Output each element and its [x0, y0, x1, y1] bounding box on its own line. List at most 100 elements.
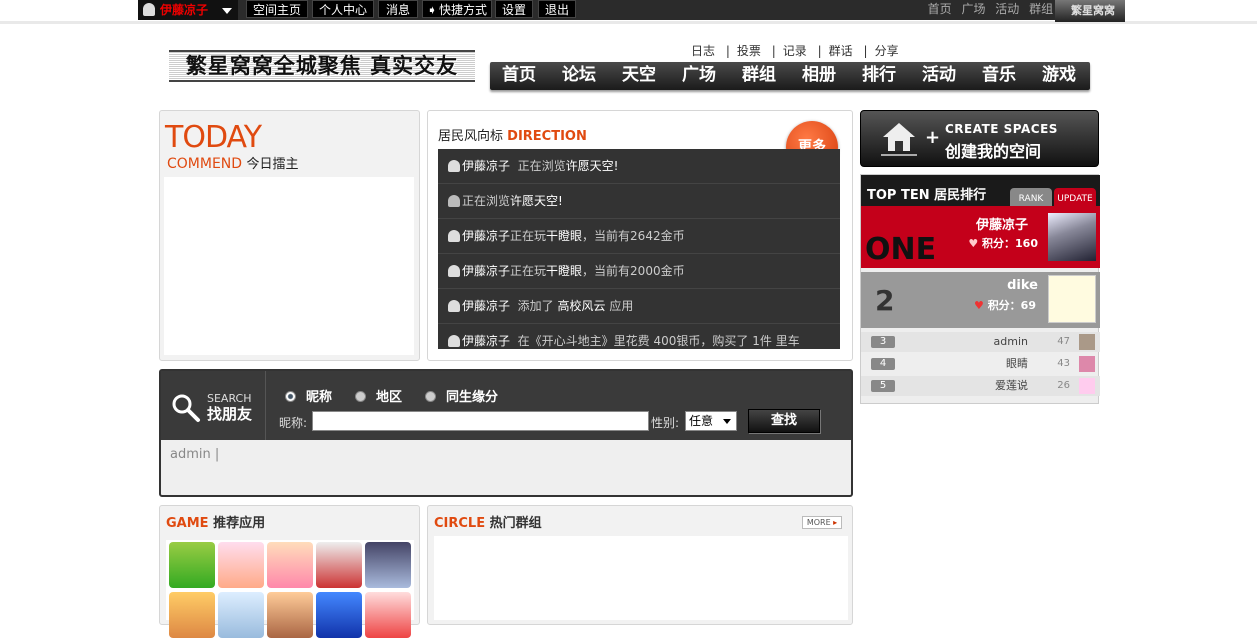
nav-shortcuts[interactable]: ➧ 快捷方式: [422, 0, 492, 18]
game-title-en: GAME: [166, 516, 209, 531]
feed-user[interactable]: 伊藤凉子: [462, 334, 510, 348]
rank-row[interactable]: 3 admin 47: [861, 332, 1100, 352]
rank-first[interactable]: ONE 伊藤凉子 ♥ 积分：160: [861, 206, 1100, 268]
gender-select[interactable]: 任意: [685, 411, 737, 431]
toplink-activity[interactable]: 活动: [995, 2, 1019, 16]
app-icon-rabbit[interactable]: [267, 542, 313, 588]
radio-unchecked-icon: [425, 391, 436, 402]
radio-birthday[interactable]: 同生缘分: [425, 386, 498, 405]
today-subtitle: COMMEND 今日擂主: [167, 153, 299, 172]
app-icon-number-one[interactable]: [316, 592, 362, 638]
feed-target[interactable]: 许愿天空!: [510, 194, 563, 208]
heart-icon: ♥: [973, 299, 984, 312]
app-icon-poker[interactable]: [365, 542, 411, 588]
gender-label: 性别:: [651, 416, 680, 430]
circle-panel: CIRCLE 热门群组 MORE ▸: [427, 505, 853, 625]
nav-logout[interactable]: 退出: [538, 0, 576, 18]
ranking-panel: TOP TEN 居民排行 RANK UPDATE ONE 伊藤凉子 ♥ 积分：1…: [860, 174, 1100, 404]
search-button[interactable]: 查找: [748, 409, 820, 433]
feed-target[interactable]: 干瞪眼: [546, 264, 582, 278]
search-label-block: SEARCH 找朋友: [161, 371, 266, 440]
user-icon: [448, 230, 460, 242]
feed-user[interactable]: 伊藤凉子: [462, 264, 510, 278]
radio-checked-icon: [285, 391, 296, 402]
sublink-vote[interactable]: 投票: [737, 44, 761, 58]
toplink-plaza[interactable]: 广场: [961, 2, 985, 16]
sublink-share[interactable]: 分享: [875, 44, 899, 58]
toplink-groups[interactable]: 群组: [1029, 2, 1053, 16]
rank-name: 爱莲说: [995, 379, 1028, 392]
feed-target[interactable]: 高校风云: [558, 299, 606, 313]
rank-second-score: ♥ 积分：69: [974, 297, 1036, 313]
circle-title-cn: 热门群组: [489, 516, 542, 531]
nav-shortcuts-label: 快捷方式: [438, 3, 487, 17]
user-dropdown[interactable]: 伊藤凉子: [138, 0, 238, 20]
game-title-cn: 推荐应用: [213, 516, 266, 531]
feed-item: 正在浏览许愿天空!: [438, 184, 840, 219]
feed-action: 在《开心斗地主》里花费 400银币，购买了 1件 里车: [517, 334, 800, 348]
site-logo[interactable]: 繁星窝窝全城聚焦 真实交友: [169, 50, 475, 82]
app-icon-gift[interactable]: [365, 592, 411, 638]
app-icon-parking[interactable]: [316, 542, 362, 588]
sublink-record[interactable]: 记录: [783, 44, 807, 58]
top-logo: 繁星窝窝: [1055, 0, 1125, 22]
radio-region[interactable]: 地区: [355, 386, 402, 405]
create-space-button[interactable]: + CREATE SPACES 创建我的空间: [860, 110, 1099, 167]
mainnav-groups[interactable]: 群组: [742, 62, 776, 88]
nav-personal-center[interactable]: 个人中心: [312, 0, 374, 18]
rank-second[interactable]: 2 dike ♥ 积分：69: [861, 272, 1100, 328]
site-logo-text: 繁星窝窝全城聚焦 真实交友: [185, 54, 459, 78]
app-icon-friends[interactable]: [169, 592, 215, 638]
feed-item: 伊藤凉子 在《开心斗地主》里花费 400银币，购买了 1件 里车: [438, 324, 840, 349]
mainnav-activity[interactable]: 活动: [922, 62, 956, 88]
feed-user[interactable]: 伊藤凉子: [462, 299, 510, 313]
radio-nickname[interactable]: 昵称: [285, 386, 332, 405]
rank-second-avatar[interactable]: [1048, 275, 1096, 323]
mainnav-forum[interactable]: 论坛: [562, 62, 596, 88]
rank-name: 眼睛: [1006, 357, 1028, 370]
feed-target[interactable]: 干瞪眼: [546, 229, 582, 243]
feed-target[interactable]: 许愿天空!: [566, 159, 619, 173]
user-icon: [448, 265, 460, 277]
today-commend-panel: TODAY COMMEND 今日擂主: [159, 110, 420, 361]
nav-messages[interactable]: 消息: [378, 0, 418, 18]
feed-extra: ，当前有2000金币: [582, 264, 685, 278]
mainnav-plaza[interactable]: 广场: [682, 62, 716, 88]
feed-action: 正在玩: [510, 264, 547, 278]
rank-row[interactable]: 4 眼睛 43: [861, 354, 1100, 374]
feed-item: 伊藤凉子 添加了 高校风云 应用: [438, 289, 840, 324]
today-content: [164, 177, 414, 355]
mainnav-rank[interactable]: 排行: [862, 62, 896, 88]
feed-user[interactable]: 伊藤凉子: [462, 229, 510, 243]
tab-update[interactable]: UPDATE: [1054, 188, 1096, 206]
rank-avatar: [1079, 356, 1095, 372]
rank-first-avatar[interactable]: [1048, 213, 1096, 261]
nav-settings[interactable]: 设置: [495, 0, 533, 18]
mainnav-music[interactable]: 音乐: [982, 62, 1016, 88]
mainnav-home[interactable]: 首页: [502, 62, 536, 88]
nav-space-home[interactable]: 空间主页: [246, 0, 308, 18]
recent-searches[interactable]: admin |: [170, 447, 219, 462]
app-icon-girl[interactable]: [267, 592, 313, 638]
game-title: GAME 推荐应用: [166, 512, 265, 531]
app-icon-chef[interactable]: [218, 592, 264, 638]
mainnav-sky[interactable]: 天空: [622, 62, 656, 88]
toplink-home[interactable]: 首页: [928, 2, 952, 16]
feed-user[interactable]: 伊藤凉子: [462, 159, 510, 173]
nickname-input[interactable]: [312, 411, 649, 431]
feed-action: 正在玩: [510, 229, 547, 243]
sublink-group-talk[interactable]: 群话: [829, 44, 853, 58]
app-icon-five-minutes[interactable]: [169, 542, 215, 588]
tab-rank[interactable]: RANK: [1010, 188, 1052, 206]
mainnav-games[interactable]: 游戏: [1042, 62, 1076, 88]
circle-more-button[interactable]: MORE ▸: [802, 516, 842, 529]
rank-second-score-text: 积分：69: [987, 299, 1036, 312]
app-icon-hospital[interactable]: [218, 542, 264, 588]
chevron-right-icon: ▸: [833, 518, 838, 527]
rank-row[interactable]: 5 爱莲说 26: [861, 376, 1100, 396]
direction-title-en: DIRECTION: [507, 129, 587, 144]
create-space-en: CREATE SPACES: [945, 122, 1058, 136]
mainnav-album[interactable]: 相册: [802, 62, 836, 88]
sublink-blog[interactable]: 日志: [691, 44, 715, 58]
feed-action: 正在浏览: [517, 159, 566, 173]
